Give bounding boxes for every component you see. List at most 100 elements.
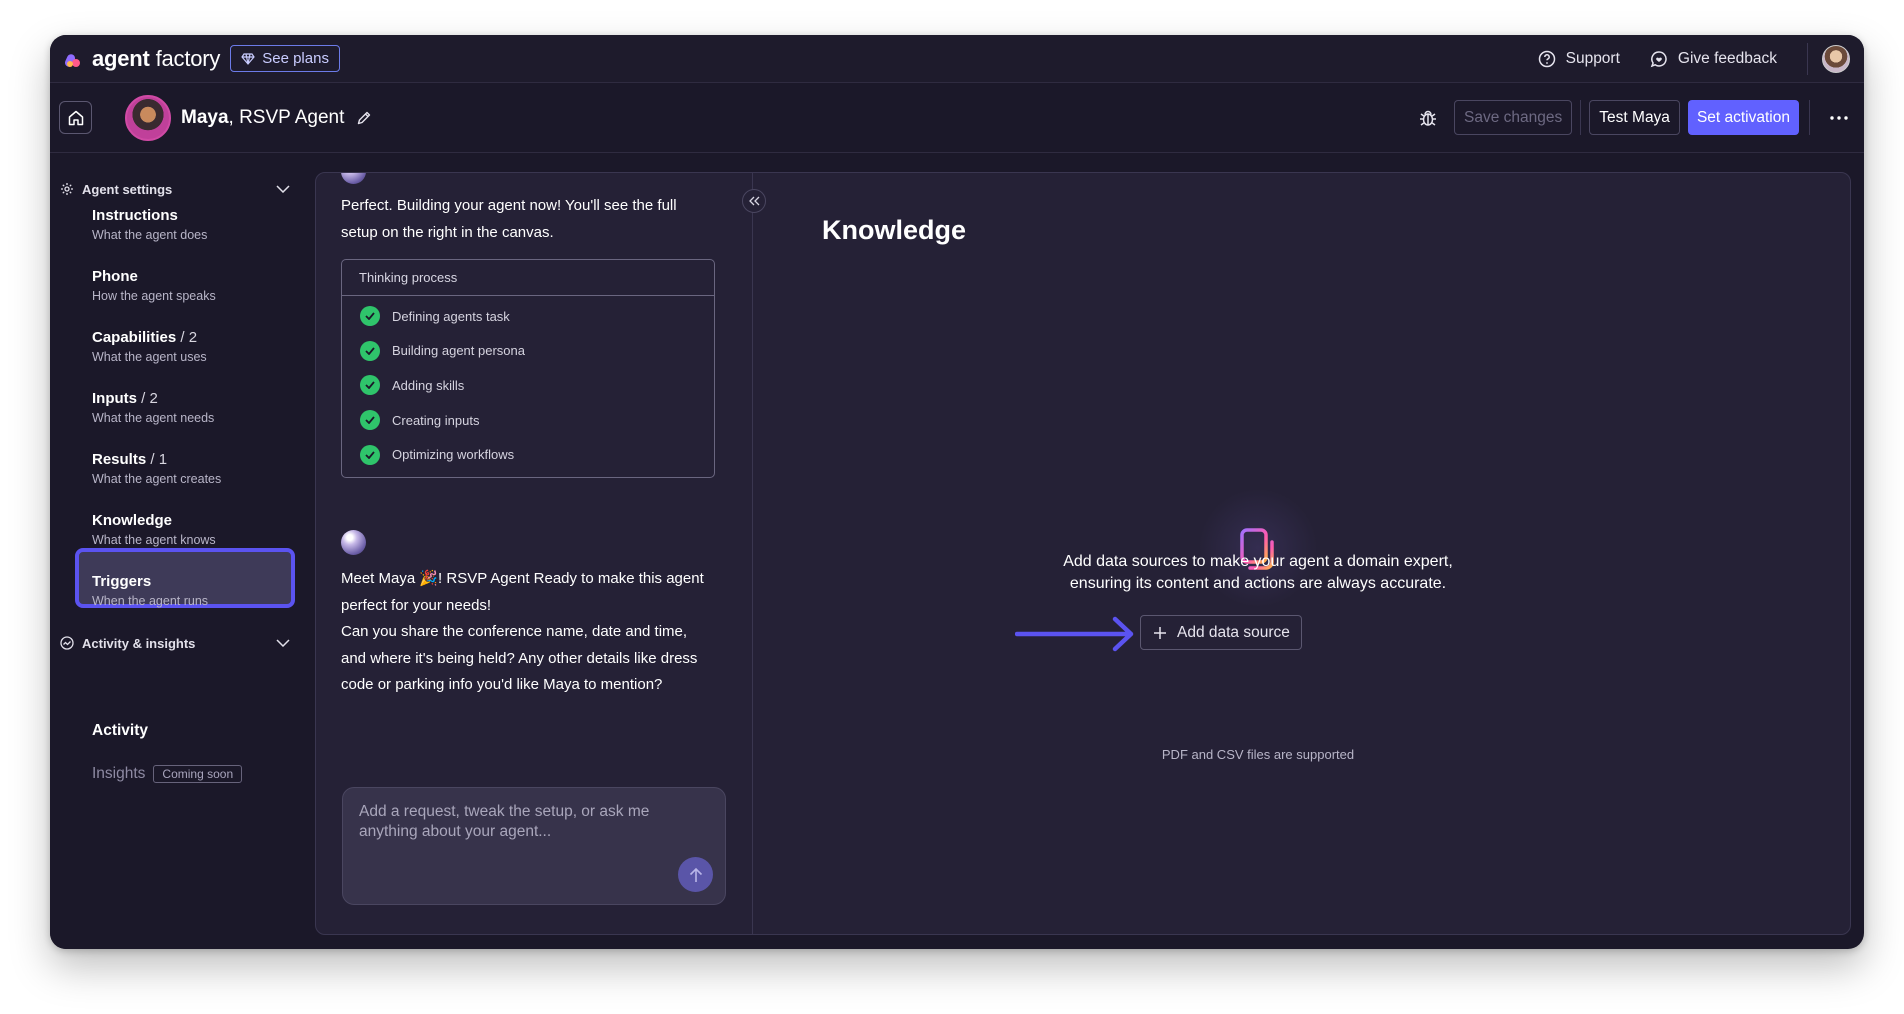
sidebar-item-activity[interactable]: Activity xyxy=(92,722,148,740)
sidebar-item-results[interactable]: Results / 1 What the agent creates xyxy=(92,451,292,486)
chevron-down-icon xyxy=(276,185,290,193)
nav-count: / 1 xyxy=(150,451,168,468)
chart-circle-icon xyxy=(60,636,74,650)
logo-icon xyxy=(63,50,82,68)
chat-input-placeholder: Add a request, tweak the setup, or ask m… xyxy=(359,803,650,840)
collapse-chat-button[interactable] xyxy=(742,189,766,213)
chat-panel: Perfect. Building your agent now! You'll… xyxy=(316,173,753,934)
plus-icon xyxy=(1154,626,1166,639)
set-activation-button[interactable]: Set activation xyxy=(1687,100,1799,135)
nav-subtitle: What the agent does xyxy=(92,228,208,242)
canvas-panel: Knowledge Add data sources to make your … xyxy=(753,173,1850,934)
check-circle-icon xyxy=(360,340,380,361)
nav-title: Capabilities xyxy=(92,329,177,346)
main-panel: Perfect. Building your agent now! You'll… xyxy=(315,172,1851,935)
check-circle-icon xyxy=(360,444,380,465)
thinking-step: Creating inputs xyxy=(342,403,714,438)
sidebar-item-insights: Insights Coming soon xyxy=(92,765,243,783)
check-circle-icon xyxy=(360,306,380,327)
divider xyxy=(1809,100,1810,135)
chevrons-left-icon xyxy=(748,196,759,206)
home-icon xyxy=(68,110,83,125)
divider xyxy=(1807,42,1808,75)
nav-title: Knowledge xyxy=(92,512,173,529)
send-button[interactable] xyxy=(678,857,713,892)
chat-message: Meet Maya 🎉! RSVP Agent Ready to make th… xyxy=(341,570,704,614)
nav-title: Triggers xyxy=(92,573,152,590)
sidebar-item-capabilities[interactable]: Capabilities / 2 What the agent uses xyxy=(92,329,292,364)
top-bar: agent factory See plans Support Give fee… xyxy=(50,35,1864,83)
agent-settings-label: Agent settings xyxy=(82,181,173,197)
nav-subtitle: When the agent runs xyxy=(92,594,209,608)
coming-soon-badge: Coming soon xyxy=(153,765,243,783)
nav-title: Phone xyxy=(92,268,138,285)
assistant-avatar xyxy=(341,530,366,555)
chevron-down-icon xyxy=(276,639,290,647)
sidebar-item-knowledge[interactable]: Knowledge What the agent knows xyxy=(92,512,292,547)
support-link[interactable]: Support xyxy=(1538,50,1620,68)
nav-subtitle: What the agent creates xyxy=(92,472,222,486)
supported-files-note: PDF and CSV files are supported xyxy=(1161,747,1355,762)
diamond-icon xyxy=(241,52,255,65)
chat-message: Can you share the conference name, date … xyxy=(341,623,698,693)
arrow-up-icon xyxy=(689,867,702,882)
nav-count: / 2 xyxy=(141,390,158,407)
gear-icon xyxy=(61,183,73,195)
sidebar-item-instructions[interactable]: Instructions What the agent does xyxy=(92,207,292,242)
app-window: agent factory See plans Support Give fee… xyxy=(50,35,1864,949)
save-changes-button[interactable]: Save changes xyxy=(1454,100,1573,135)
nav-title: Instructions xyxy=(92,207,178,224)
canvas-title: Knowledge xyxy=(822,215,967,245)
agent-title: Maya, RSVP Agent xyxy=(181,106,345,128)
add-data-source-label: Add data source xyxy=(1177,623,1290,641)
see-plans-label: See plans xyxy=(262,50,329,67)
nav-count: / 2 xyxy=(180,329,198,346)
sidebar-item-inputs[interactable]: Inputs / 2 What the agent needs xyxy=(92,390,292,425)
thinking-process-box: Thinking process Defining agents task Bu… xyxy=(341,259,715,478)
nav-title: Inputs xyxy=(92,390,137,407)
empty-state-line: ensuring its content and actions are alw… xyxy=(1069,575,1447,592)
activity-insights-section[interactable]: Activity & insights xyxy=(60,631,290,655)
add-data-source-button[interactable]: Add data source xyxy=(1140,615,1302,650)
debug-icon[interactable] xyxy=(1418,108,1438,128)
help-circle-icon xyxy=(1538,50,1555,67)
pencil-icon[interactable] xyxy=(356,110,372,126)
thinking-step: Building agent persona xyxy=(342,334,714,369)
chat-input[interactable]: Add a request, tweak the setup, or ask m… xyxy=(342,787,726,905)
nav-subtitle: How the agent speaks xyxy=(92,289,216,303)
give-feedback-link[interactable]: Give feedback xyxy=(1650,50,1777,68)
check-circle-icon xyxy=(360,410,380,431)
thinking-step: Adding skills xyxy=(342,368,714,403)
check-circle-icon xyxy=(360,375,380,396)
user-avatar[interactable] xyxy=(1822,44,1850,73)
thinking-step: Defining agents task xyxy=(342,299,714,334)
more-options-icon[interactable] xyxy=(1830,115,1848,120)
agent-settings-section[interactable]: Agent settings xyxy=(60,177,290,201)
empty-state-line: Add data sources to make your agent a do… xyxy=(1063,553,1453,570)
nav-subtitle: What the agent needs xyxy=(92,411,215,425)
thinking-process-title: Thinking process xyxy=(342,260,714,296)
nav-title: Results xyxy=(92,451,147,468)
divider xyxy=(1580,100,1582,135)
app-logo[interactable]: agent factory xyxy=(63,45,221,72)
sidebar: Agent settings Instructions What the age… xyxy=(50,153,310,949)
chat-message: Perfect. Building your agent now! You'll… xyxy=(341,197,677,241)
nav-subtitle: What the agent knows xyxy=(92,533,216,547)
agent-header: Maya, RSVP Agent Save changes Test Maya … xyxy=(50,83,1864,153)
give-feedback-label: Give feedback xyxy=(1677,49,1777,67)
nav-subtitle: What the agent uses xyxy=(92,350,207,364)
support-label: Support xyxy=(1565,49,1620,67)
feedback-icon xyxy=(1650,50,1667,67)
thinking-step: Optimizing workflows xyxy=(342,437,714,472)
empty-state-text: Add data sources to make your agent a do… xyxy=(1058,551,1458,595)
test-agent-button[interactable]: Test Maya xyxy=(1589,100,1680,135)
see-plans-button[interactable]: See plans xyxy=(230,45,340,72)
activity-insights-label: Activity & insights xyxy=(82,635,196,651)
brand-name: agent factory xyxy=(92,45,221,71)
sidebar-item-triggers[interactable]: Triggers When the agent runs xyxy=(92,573,292,608)
assistant-avatar xyxy=(341,173,366,184)
insights-label: Insights xyxy=(92,765,146,782)
arrow-right-icon xyxy=(1015,616,1134,652)
sidebar-item-phone[interactable]: Phone How the agent speaks xyxy=(92,268,292,303)
home-button[interactable] xyxy=(59,101,92,134)
